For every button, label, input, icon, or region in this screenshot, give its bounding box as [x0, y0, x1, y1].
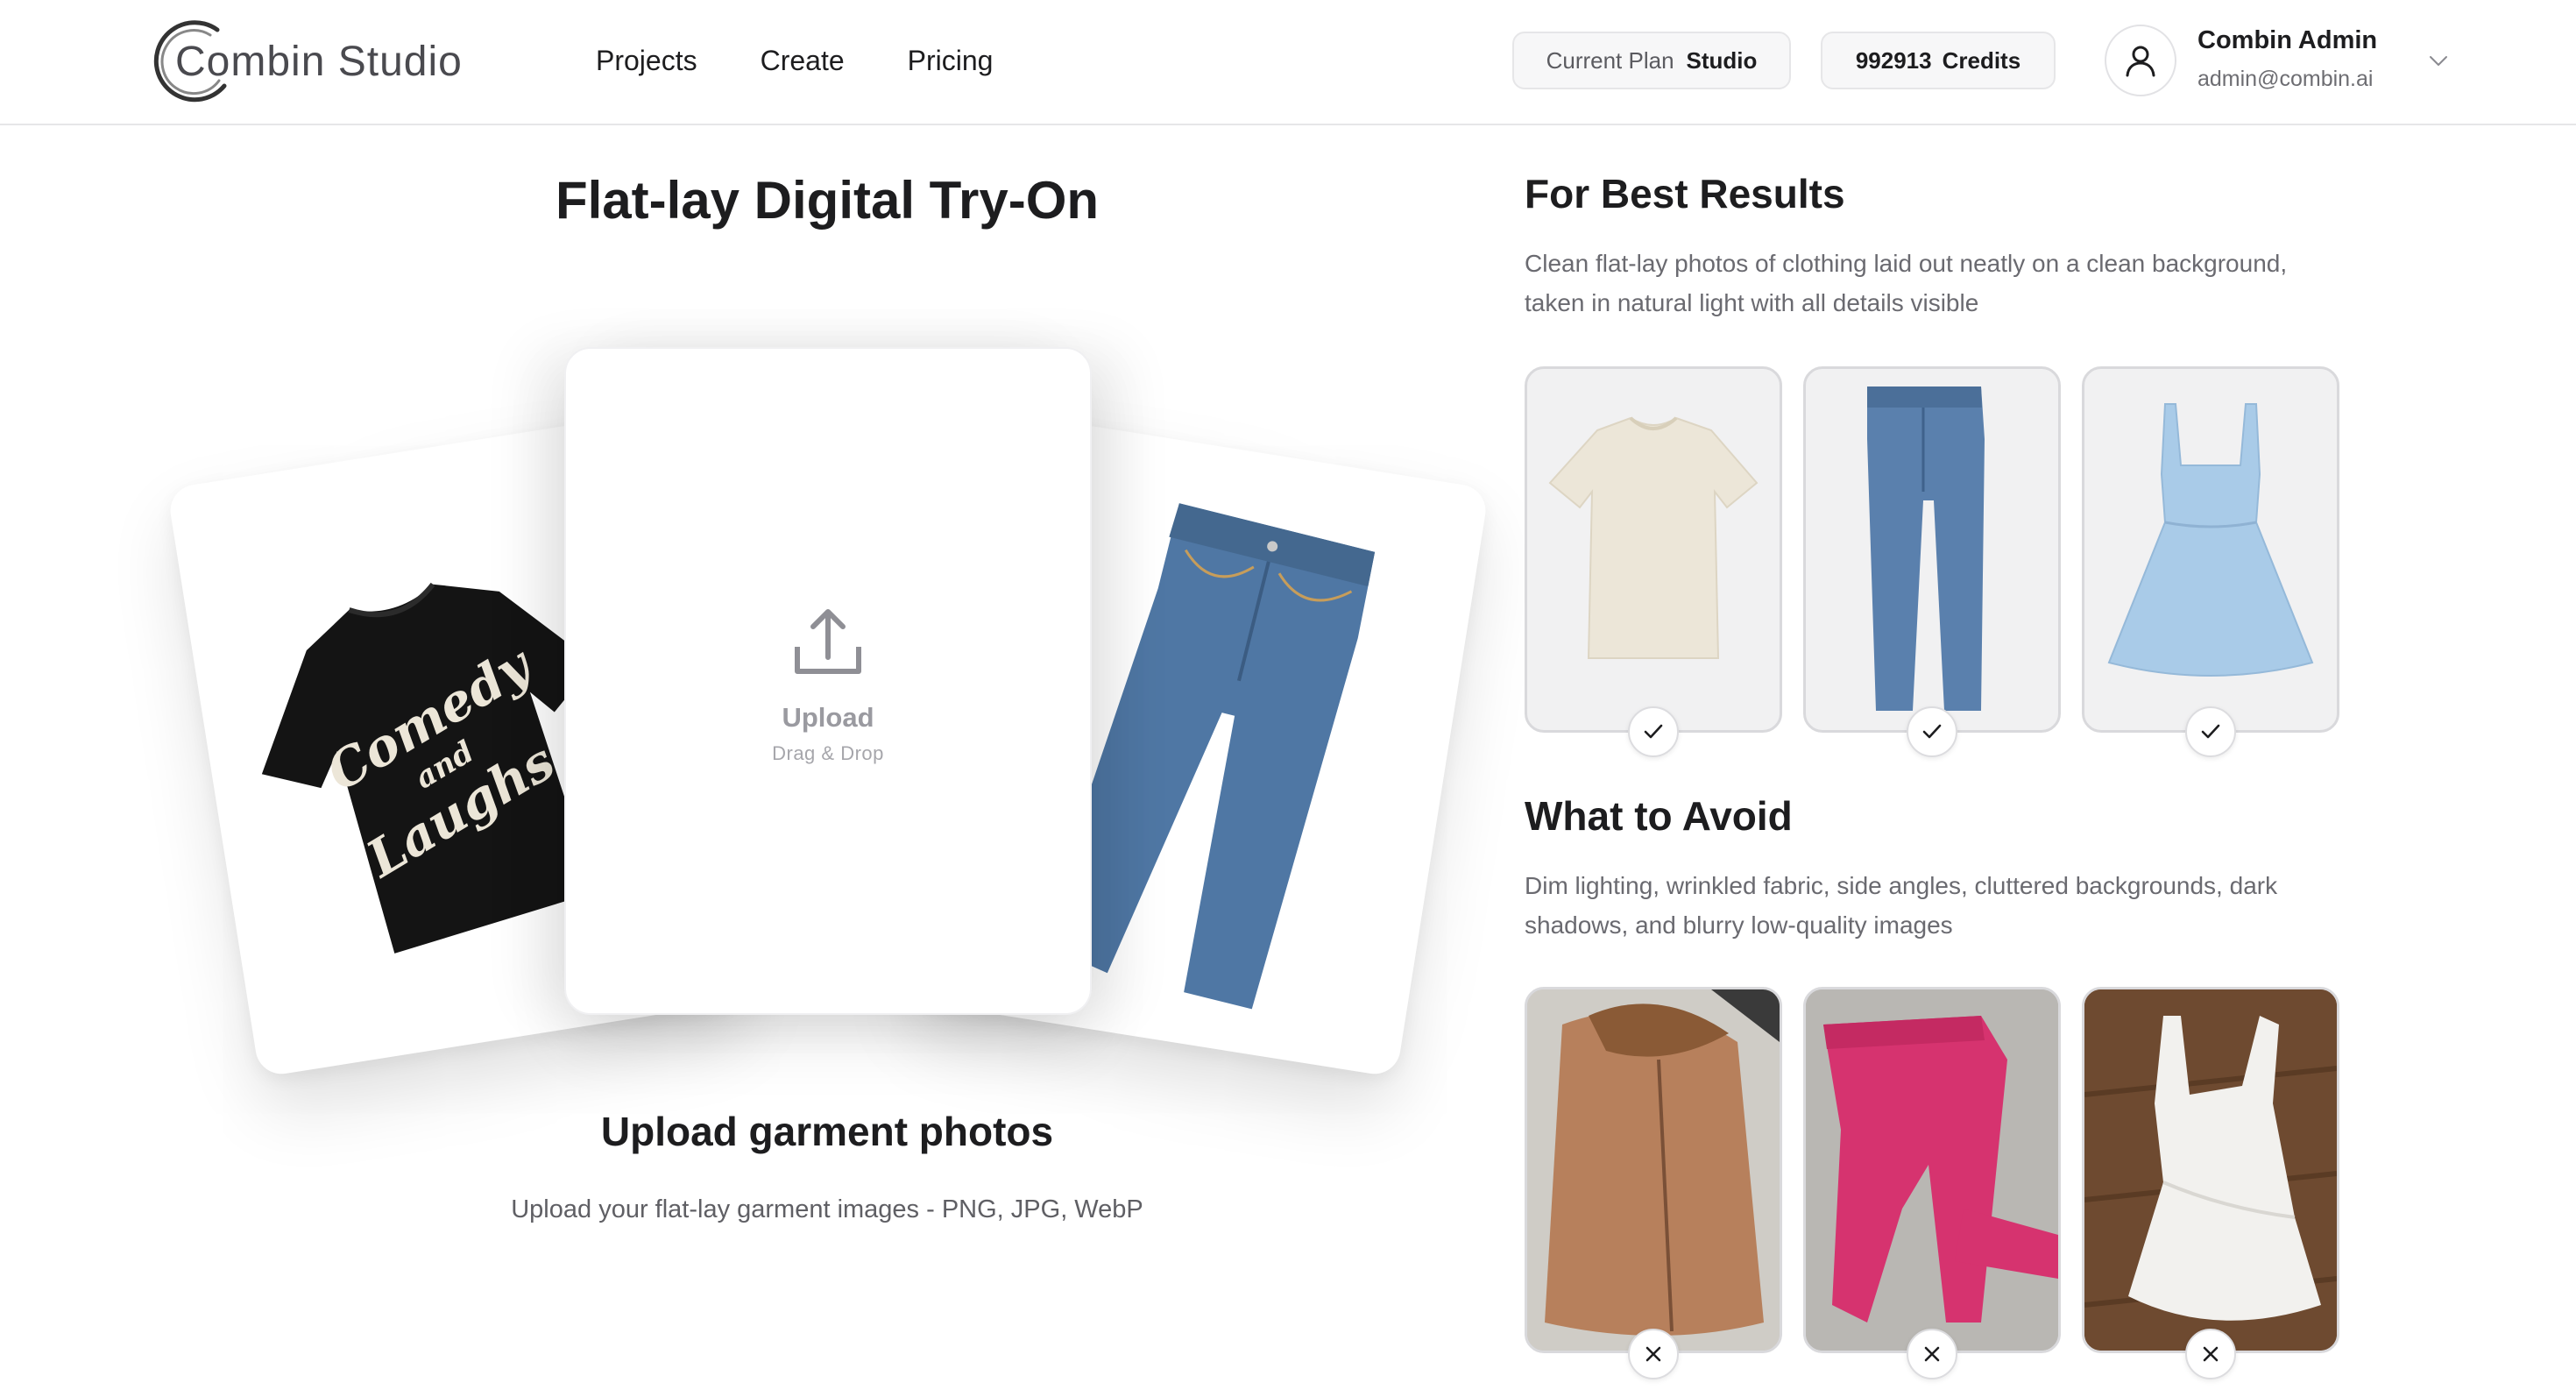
good-example-tshirt: [1525, 366, 1782, 733]
good-example-dress: [2082, 366, 2339, 733]
credits-value: 992913: [1855, 46, 1932, 74]
upload-dropzone[interactable]: Upload Drag & Drop: [564, 347, 1092, 1015]
logo[interactable]: Combin Studio: [149, 18, 463, 105]
user-name: Combin Admin: [2197, 26, 2378, 54]
nav-pricing[interactable]: Pricing: [908, 39, 994, 82]
check-badge: [1907, 706, 1957, 757]
nav-projects[interactable]: Projects: [596, 39, 697, 82]
tan-jacket-image: [1527, 989, 1780, 1351]
blue-jeans-image: [1867, 386, 1985, 711]
bad-example-white-dress: [2082, 987, 2339, 1353]
good-example-jeans: [1803, 366, 2061, 733]
plan-value: Studio: [1686, 46, 1758, 74]
avoid-title: What to Avoid: [1525, 793, 1793, 839]
avoid-description: Dim lighting, wrinkled fabric, side angl…: [1525, 872, 2278, 939]
user-icon: [2126, 46, 2155, 77]
upload-heading: Upload garment photos: [600, 1109, 1054, 1154]
check-badge: [2185, 706, 2236, 757]
upload-icon: [795, 609, 861, 674]
upload-content: Upload Drag & Drop: [566, 603, 1090, 765]
user-email: admin@combin.ai: [2197, 67, 2374, 91]
avatar[interactable]: [2105, 25, 2176, 96]
close-icon: [1645, 1346, 1661, 1362]
main-nav: Projects Create Pricing: [596, 39, 993, 82]
close-icon: [1924, 1346, 1940, 1362]
white-dress-image: [2084, 989, 2337, 1351]
upload-sublabel: Drag & Drop: [772, 742, 884, 764]
close-icon: [2203, 1346, 2219, 1362]
credits-badge[interactable]: 992913 Credits: [1821, 32, 2056, 89]
x-badge: [2185, 1329, 2236, 1379]
top-header: Combin Studio Projects Create Pricing Cu…: [0, 0, 2576, 125]
x-badge: [1907, 1329, 1957, 1379]
plan-label: Current Plan: [1546, 46, 1674, 74]
light-blue-dress-image: [2107, 403, 2314, 677]
best-results-title: For Best Results: [1525, 171, 1845, 216]
credits-label: Credits: [1942, 46, 2021, 74]
check-icon: [2201, 724, 2220, 739]
check-badge: [1628, 706, 1679, 757]
page-title: Flat-lay Digital Try-On: [555, 171, 1100, 230]
logo-text: Combin Studio: [175, 38, 463, 85]
check-icon: [1922, 724, 1942, 739]
pink-pants-image: [1806, 989, 2058, 1351]
nav-create[interactable]: Create: [761, 39, 845, 82]
upload-description: Upload your flat-lay garment images - PN…: [511, 1195, 1143, 1223]
chevron-down-icon[interactable]: [2427, 49, 2450, 72]
best-results-description: Clean flat-lay photos of clothing laid o…: [1525, 250, 2288, 316]
x-badge: [1628, 1329, 1679, 1379]
bad-example-pants: [1803, 987, 2061, 1353]
check-icon: [1644, 724, 1663, 739]
cream-tshirt-image: [1548, 416, 1759, 659]
bad-example-jacket: [1525, 987, 1782, 1353]
current-plan-badge[interactable]: Current Plan Studio: [1512, 32, 1791, 89]
upload-label: Upload: [782, 702, 874, 733]
